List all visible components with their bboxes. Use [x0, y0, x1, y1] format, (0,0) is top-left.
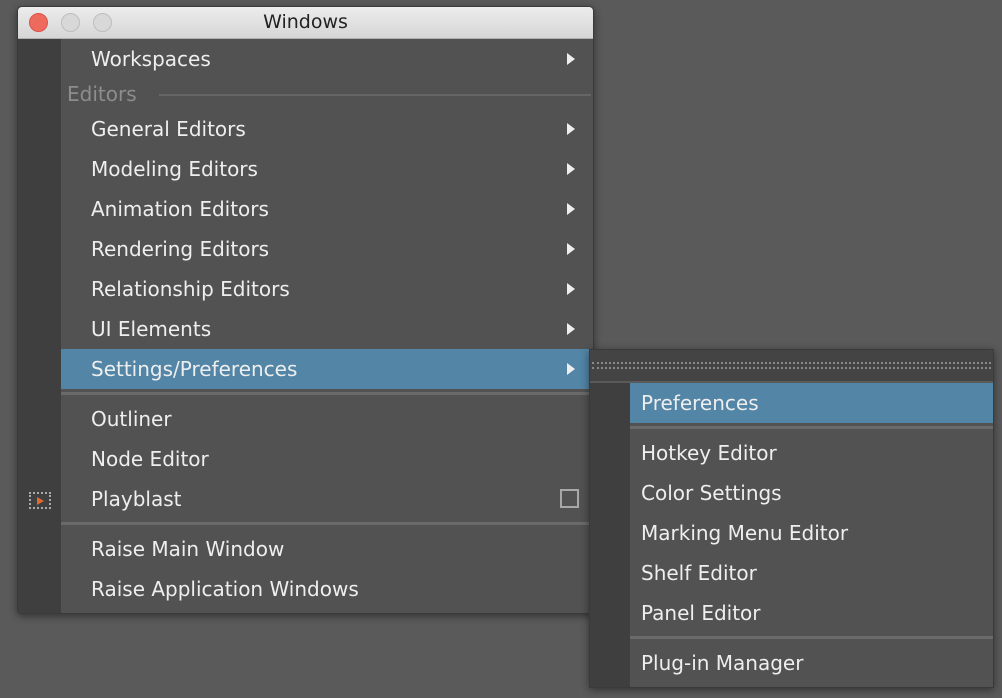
- playblast-film-icon: [29, 492, 51, 509]
- menu-item-label: Animation Editors: [91, 197, 269, 221]
- section-divider: [159, 94, 591, 96]
- menu-item-outliner[interactable]: Outliner: [61, 399, 593, 439]
- menu-item-modeling-editors[interactable]: Modeling Editors: [61, 149, 593, 189]
- menu-item-settings-preferences[interactable]: Settings/Preferences: [61, 349, 593, 389]
- menu-item-label: Marking Menu Editor: [641, 521, 849, 545]
- menu-item-label: Node Editor: [91, 447, 209, 471]
- menu-item-label: Relationship Editors: [91, 277, 290, 301]
- menu-item-general-editors[interactable]: General Editors: [61, 109, 593, 149]
- menu-item-label: Hotkey Editor: [641, 441, 777, 465]
- tear-off-dots-icon: [592, 362, 991, 369]
- submenu-arrow-icon: [567, 53, 575, 65]
- menu-item-label: Raise Application Windows: [91, 577, 359, 601]
- submenu-items: Preferences Hotkey Editor Color Settings…: [630, 383, 993, 687]
- submenu-arrow-icon: [567, 163, 575, 175]
- windows-menu-window: Windows Workspaces Editors General Edito…: [17, 6, 594, 614]
- menu-item-raise-main-window[interactable]: Raise Main Window: [61, 529, 593, 569]
- menu-separator: [630, 423, 993, 433]
- submenu-icon-gutter: [590, 383, 630, 687]
- menu-item-label: Plug-in Manager: [641, 651, 804, 675]
- submenu-item-color-settings[interactable]: Color Settings: [630, 473, 993, 513]
- menu-item-label: Preferences: [641, 391, 759, 415]
- menu-item-label: Rendering Editors: [91, 237, 270, 261]
- settings-preferences-submenu: Preferences Hotkey Editor Color Settings…: [589, 349, 994, 688]
- menu-item-label: Color Settings: [641, 481, 782, 505]
- menu-item-node-editor[interactable]: Node Editor: [61, 439, 593, 479]
- menu-item-label: Shelf Editor: [641, 561, 757, 585]
- playblast-option-box[interactable]: [560, 489, 579, 508]
- menu-separator: [61, 519, 593, 529]
- submenu-arrow-icon: [567, 123, 575, 135]
- submenu-item-shelf-editor[interactable]: Shelf Editor: [630, 553, 993, 593]
- menu-item-animation-editors[interactable]: Animation Editors: [61, 189, 593, 229]
- menu-item-ui-elements[interactable]: UI Elements: [61, 309, 593, 349]
- menu-item-label: Playblast: [91, 487, 182, 511]
- menu-item-label: General Editors: [91, 117, 246, 141]
- menu-item-rendering-editors[interactable]: Rendering Editors: [61, 229, 593, 269]
- menu-item-label: Raise Main Window: [91, 537, 285, 561]
- menu-item-label: UI Elements: [91, 317, 212, 341]
- submenu-item-marking-menu-editor[interactable]: Marking Menu Editor: [630, 513, 993, 553]
- menu-separator: [630, 633, 993, 643]
- submenu-item-plugin-manager[interactable]: Plug-in Manager: [630, 643, 993, 683]
- menu-item-label: Panel Editor: [641, 601, 761, 625]
- submenu-item-panel-editor[interactable]: Panel Editor: [630, 593, 993, 633]
- menu-item-label: Settings/Preferences: [91, 357, 298, 381]
- menu-item-relationship-editors[interactable]: Relationship Editors: [61, 269, 593, 309]
- menu-item-label: Modeling Editors: [91, 157, 258, 181]
- submenu-arrow-icon: [567, 243, 575, 255]
- menu-item-playblast[interactable]: Playblast: [61, 479, 593, 519]
- title-bar[interactable]: Windows: [18, 7, 593, 39]
- tear-off-handle[interactable]: [590, 350, 993, 383]
- submenu-item-preferences[interactable]: Preferences: [630, 383, 993, 423]
- submenu-item-hotkey-editor[interactable]: Hotkey Editor: [630, 433, 993, 473]
- submenu-arrow-icon: [567, 363, 575, 375]
- submenu-arrow-icon: [567, 323, 575, 335]
- menu-item-workspaces[interactable]: Workspaces: [61, 39, 593, 79]
- menu-item-label: Outliner: [91, 407, 172, 431]
- window-title: Windows: [263, 11, 348, 33]
- windows-menu: Workspaces Editors General Editors Model…: [61, 39, 593, 613]
- menu-item-label: Workspaces: [91, 47, 211, 71]
- menu-item-raise-application-windows[interactable]: Raise Application Windows: [61, 569, 593, 609]
- section-editors: Editors: [61, 79, 593, 109]
- section-label: Editors: [67, 82, 137, 106]
- menu-separator: [61, 389, 593, 399]
- submenu-arrow-icon: [567, 203, 575, 215]
- icon-gutter: [18, 39, 61, 613]
- submenu-arrow-icon: [567, 283, 575, 295]
